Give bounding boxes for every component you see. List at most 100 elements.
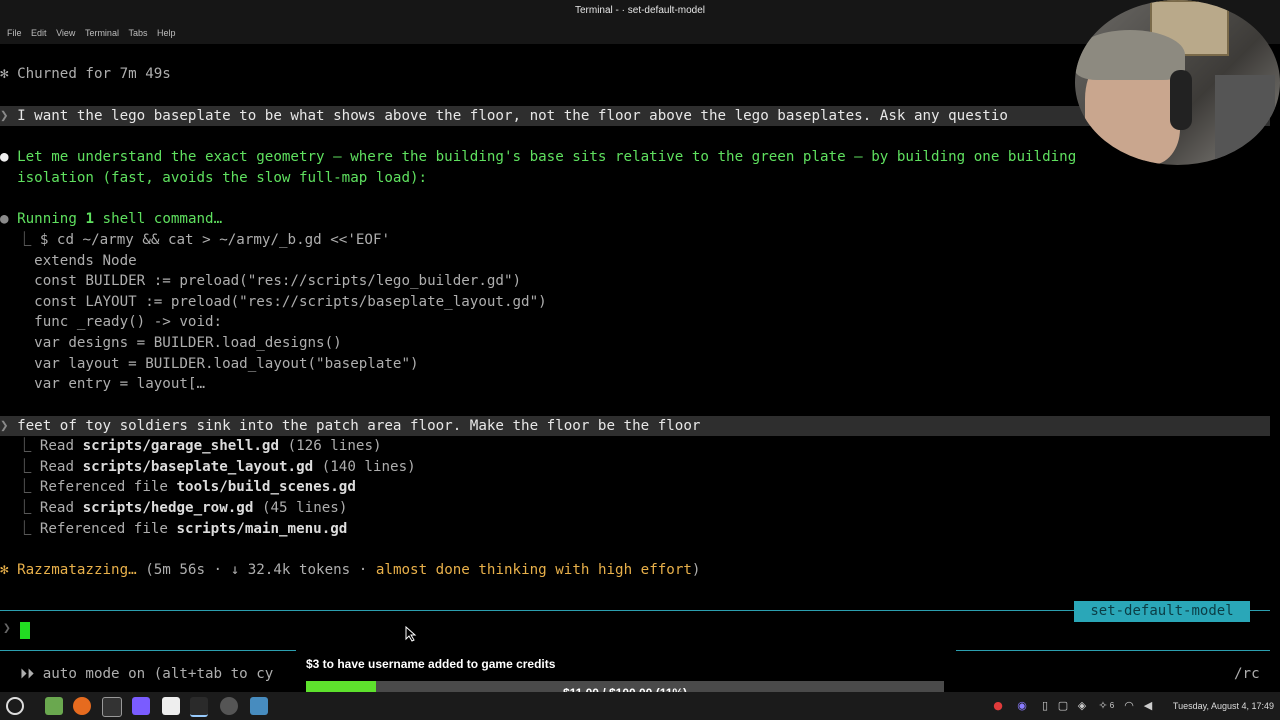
model-tag: set-default-model: [1074, 601, 1250, 622]
read-line: ⎿ Read scripts/garage_shell.gd (126 line…: [0, 436, 382, 456]
churned-star-icon: ✻: [0, 66, 9, 82]
headphones: [1170, 70, 1192, 130]
menu-help[interactable]: Help: [157, 22, 176, 44]
code-line: var layout = BUILDER.load_layout("basepl…: [0, 354, 419, 374]
read-line: ⎿ Read scripts/hedge_row.gd (45 lines): [0, 498, 347, 518]
code-text: var designs = BUILDER.load_designs(): [34, 335, 342, 351]
read-line: ⎿ Referenced file tools/build_scenes.gd: [0, 477, 356, 497]
read-verb: Read: [39, 459, 83, 475]
assistant-message-1b-text: isolation (fast, avoids the slow full-ma…: [17, 170, 428, 186]
code-text: const BUILDER := preload("res://scripts/…: [34, 273, 522, 289]
shield-icon[interactable]: ◈: [1076, 699, 1088, 712]
read-verb: Read: [39, 500, 83, 516]
running-line: ● Running 1 shell command…: [0, 209, 222, 229]
obs-icon[interactable]: [220, 697, 238, 715]
godot-icon[interactable]: [250, 697, 268, 715]
tree-branch-icon: ⎿: [17, 479, 32, 495]
terminal-launcher-icon[interactable]: [102, 697, 122, 717]
tree-branch-icon: ⎿: [17, 232, 32, 248]
volume-icon[interactable]: ◀: [1142, 699, 1154, 712]
churned-text: Churned for 7m 49s: [17, 66, 171, 82]
chair: [1215, 75, 1275, 165]
churned-line: ✻ Churned for 7m 49s: [0, 64, 171, 84]
firefox-icon[interactable]: [73, 697, 91, 715]
read-extra: (126 lines): [279, 438, 382, 454]
menu-edit[interactable]: Edit: [31, 22, 47, 44]
auto-mode-hint: ⏵⏵ auto mode on (alt+tab to cy: [20, 666, 274, 682]
assistant-message-1-cont: isolation (fast, avoids the slow full-ma…: [0, 168, 427, 188]
clock[interactable]: Tuesday, August 4, 17:49: [1173, 692, 1274, 720]
active-terminal-icon[interactable]: [190, 697, 208, 717]
prompt-chevron-icon: ❯: [0, 108, 9, 124]
update-count: 6: [1109, 701, 1115, 710]
running-prefix: Running: [17, 211, 86, 227]
command-line: ⎿ $ cd ~/army && cat > ~/army/_b.gd <<'E…: [0, 230, 390, 250]
input-cursor[interactable]: [20, 622, 30, 639]
read-extra: (140 lines): [313, 459, 416, 475]
status-line: ✻ Razzmatazzing… (5m 56s · ↓ 32.4k token…: [0, 560, 700, 580]
read-verb: Referenced file: [39, 521, 177, 537]
code-text: var layout = BUILDER.load_layout("basepl…: [34, 356, 419, 372]
webcam-overlay: [1075, 0, 1280, 165]
assistant-message-1-text: Let me understand the exact geometry — w…: [17, 149, 1077, 165]
remote-hint: /rc: [1234, 666, 1260, 682]
obsidian-icon[interactable]: [132, 697, 150, 715]
text-editor-icon[interactable]: [162, 697, 180, 715]
donation-message: $3 to have username added to game credit…: [306, 657, 556, 671]
read-line: ⎿ Read scripts/baseplate_layout.gd (140 …: [0, 457, 416, 477]
code-text: const LAYOUT := preload("res://scripts/b…: [34, 294, 547, 310]
assistant-message-1: ● Let me understand the exact geometry —…: [0, 147, 1076, 167]
read-extra: (45 lines): [253, 500, 348, 516]
tree-branch-icon: ⎿: [17, 500, 32, 516]
read-file: scripts/hedge_row.gd: [82, 500, 254, 516]
user-message-1-text: I want the lego baseplate to be what sho…: [17, 108, 1008, 124]
code-text: var entry = layout[…: [34, 376, 206, 392]
status-word: Razzmatazzing…: [17, 562, 137, 578]
person-cap: [1075, 30, 1185, 80]
tree-branch-icon: ⎿: [17, 459, 32, 475]
command-text: $ cd ~/army && cat > ~/army/_b.gd <<'EOF…: [39, 232, 391, 248]
code-line: extends Node: [0, 251, 137, 271]
taskbar: ● ◉ ▯ ▢ ◈ ✧ 6 ◠ ◀ Tuesday, August 4, 17:…: [0, 692, 1280, 720]
user-message-2-text: feet of toy soldiers sink into the patch…: [17, 418, 701, 434]
read-verb: Read: [39, 438, 83, 454]
read-file: scripts/garage_shell.gd: [82, 438, 280, 454]
running-suffix: shell command…: [93, 211, 223, 227]
menu-file[interactable]: File: [7, 22, 22, 44]
code-line: var entry = layout[…: [0, 374, 205, 394]
bag-icon[interactable]: ▢: [1057, 699, 1069, 712]
tree-branch-icon: ⎿: [17, 521, 32, 537]
menu-view[interactable]: View: [56, 22, 75, 44]
user-message-2: ❯ feet of toy soldiers sink into the pat…: [0, 416, 1270, 436]
file-manager-icon[interactable]: [45, 697, 63, 715]
menu-tabs[interactable]: Tabs: [128, 22, 147, 44]
status-close: ): [691, 562, 701, 578]
read-file: scripts/baseplate_layout.gd: [82, 459, 314, 475]
record-icon[interactable]: ●: [992, 699, 1004, 712]
code-line: const LAYOUT := preload("res://scripts/b…: [0, 292, 547, 312]
code-text: extends Node: [34, 253, 137, 269]
window-title: Terminal - · set-default-model: [0, 0, 1280, 22]
input-prompt-chevron-icon: ❯: [3, 621, 11, 636]
code-line: const BUILDER := preload("res://scripts/…: [0, 271, 521, 291]
clipboard-icon[interactable]: ▯: [1039, 699, 1051, 712]
status-star-icon: ✻: [0, 562, 9, 578]
read-verb: Referenced file: [39, 479, 177, 495]
code-text: func _ready() -> void:: [34, 314, 223, 330]
prompt-chevron-icon: ❯: [0, 418, 9, 434]
read-file: scripts/main_menu.gd: [176, 521, 348, 537]
running-count: 1: [85, 211, 94, 227]
read-file: tools/build_scenes.gd: [176, 479, 356, 495]
discord-icon[interactable]: ◉: [1016, 699, 1028, 712]
read-line: ⎿ Referenced file scripts/main_menu.gd: [0, 519, 347, 539]
menu-launcher-icon[interactable]: [6, 697, 24, 715]
bullet-icon: ●: [0, 211, 9, 227]
mouse-pointer-icon: [405, 626, 417, 642]
tree-branch-icon: ⎿: [17, 438, 32, 454]
status-thinking: almost done thinking with high effort: [375, 562, 692, 578]
bullet-icon: ●: [0, 149, 9, 165]
wifi-icon[interactable]: ◠: [1123, 699, 1135, 712]
menu-terminal[interactable]: Terminal: [85, 22, 119, 44]
code-line: var designs = BUILDER.load_designs(): [0, 333, 342, 353]
status-stats: (5m 56s · ↓ 32.4k tokens ·: [136, 562, 376, 578]
